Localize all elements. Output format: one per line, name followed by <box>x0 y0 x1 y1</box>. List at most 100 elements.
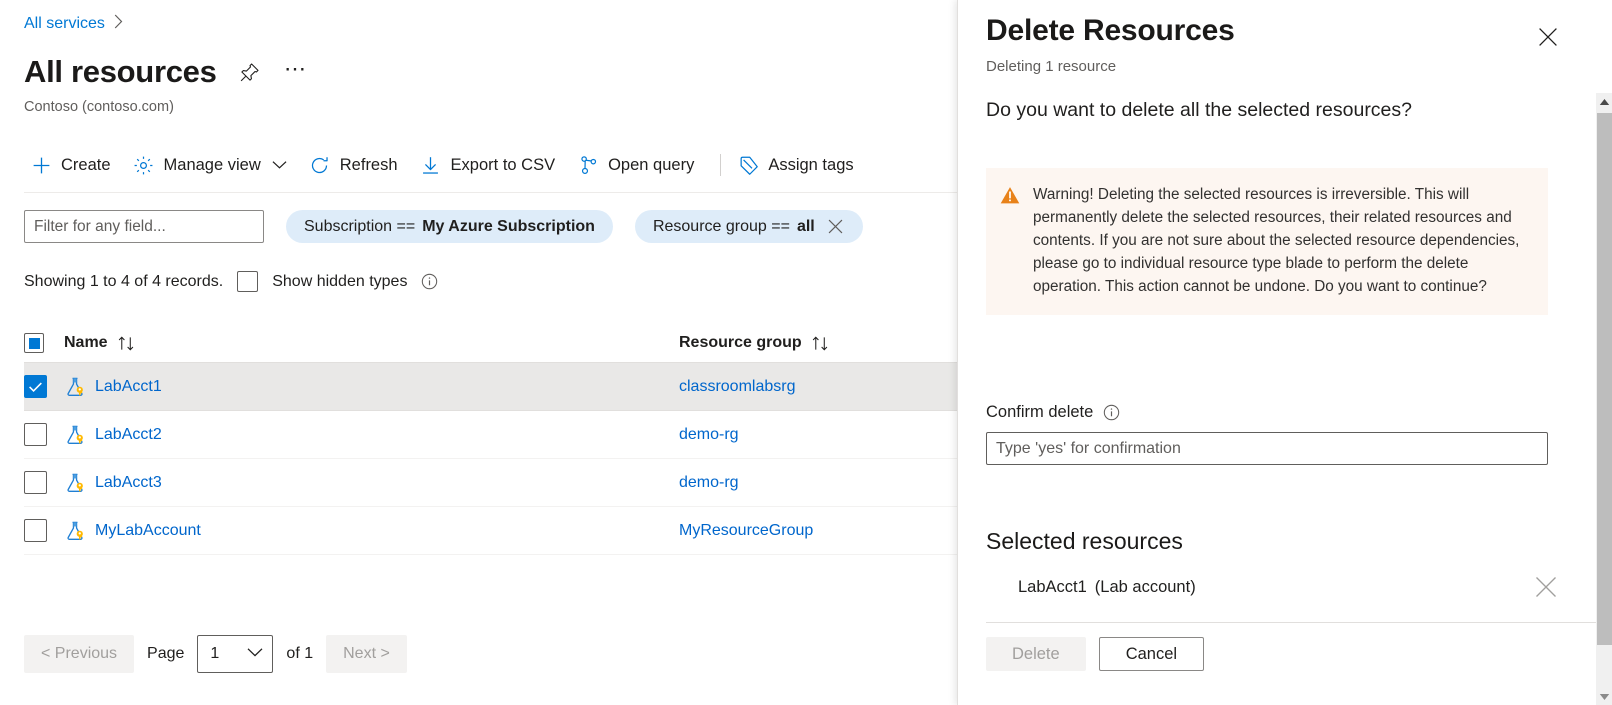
filter-chip-subscription[interactable]: Subscription == My Azure Subscription <box>286 210 613 243</box>
resource-name-link[interactable]: MyLabAccount <box>95 522 201 540</box>
confirm-delete-input[interactable] <box>986 432 1548 465</box>
previous-page-button[interactable]: < Previous <box>24 635 134 673</box>
query-graph-icon <box>577 154 599 176</box>
column-header-name-label: Name <box>64 334 108 352</box>
all-resources-blade: All services All resources ⋯ Contoso (co… <box>0 0 957 705</box>
manage-view-label: Manage view <box>164 156 261 175</box>
filter-chip-subscription-value: My Azure Subscription <box>422 218 595 236</box>
show-hidden-types-label: Show hidden types <box>272 273 407 291</box>
remove-selected-resource-icon[interactable] <box>1531 572 1561 602</box>
page-title-row: All resources ⋯ <box>24 55 309 89</box>
open-query-button[interactable]: Open query <box>571 149 705 181</box>
table-row[interactable]: MyLabAccount MyResourceGroup <box>24 507 957 555</box>
filter-chip-resource-group[interactable]: Resource group == all <box>635 210 863 243</box>
resource-group-link[interactable]: demo-rg <box>679 426 739 444</box>
info-icon[interactable] <box>1103 404 1120 421</box>
delete-button[interactable]: Delete <box>986 637 1086 671</box>
assign-tags-label: Assign tags <box>768 156 853 175</box>
gear-icon <box>133 154 155 176</box>
refresh-label: Refresh <box>340 156 398 175</box>
row-resource-group-cell: classroomlabsrg <box>679 378 957 396</box>
select-all-checkbox[interactable] <box>24 333 44 353</box>
plus-icon <box>30 154 52 176</box>
panel-footer: Delete Cancel <box>986 637 1204 671</box>
scrollbar-thumb[interactable] <box>1597 113 1612 645</box>
records-row: Showing 1 to 4 of 4 records. Show hidden… <box>24 271 438 292</box>
filter-row: Subscription == My Azure Subscription Re… <box>24 210 863 243</box>
export-to-csv-button[interactable]: Export to CSV <box>414 149 567 181</box>
total-pages-label: of 1 <box>286 645 313 663</box>
breadcrumb-all-services[interactable]: All services <box>24 15 105 33</box>
resource-group-link[interactable]: MyResourceGroup <box>679 522 813 540</box>
sort-icon[interactable] <box>117 335 136 352</box>
create-button[interactable]: Create <box>24 149 122 181</box>
column-header-resource-group-label: Resource group <box>679 334 802 352</box>
row-resource-group-cell: demo-rg <box>679 426 957 444</box>
filter-chip-subscription-label: Subscription == <box>304 218 415 236</box>
assign-tags-button[interactable]: Assign tags <box>731 149 864 181</box>
command-toolbar: Create Manage view Refresh <box>24 143 957 187</box>
table-row[interactable]: LabAcct3 demo-rg <box>24 459 957 507</box>
row-select-cell <box>24 423 64 446</box>
breadcrumb: All services <box>24 14 123 33</box>
info-icon[interactable] <box>421 273 438 290</box>
sort-icon[interactable] <box>811 335 830 352</box>
lab-account-icon <box>64 520 86 542</box>
table-row[interactable]: LabAcct1 classroomlabsrg <box>24 363 957 411</box>
row-name-cell: LabAcct1 <box>64 376 679 398</box>
remove-filter-icon[interactable] <box>826 217 845 236</box>
toolbar-divider <box>720 154 721 176</box>
column-header-name[interactable]: Name <box>64 334 679 352</box>
filter-chip-resource-group-value: all <box>797 218 815 236</box>
ellipsis-icon[interactable]: ⋯ <box>283 55 309 89</box>
row-checkbox[interactable] <box>24 423 47 446</box>
row-checkbox[interactable] <box>24 375 47 398</box>
table-row[interactable]: LabAcct2 demo-rg <box>24 411 957 459</box>
export-to-csv-label: Export to CSV <box>451 156 556 175</box>
close-icon[interactable] <box>1532 21 1564 53</box>
refresh-button[interactable]: Refresh <box>303 149 409 181</box>
next-page-button[interactable]: Next > <box>326 635 407 673</box>
select-all-cell <box>24 333 64 353</box>
row-checkbox[interactable] <box>24 471 47 494</box>
download-icon <box>420 154 442 176</box>
lab-account-icon <box>64 424 86 446</box>
resource-name-link[interactable]: LabAcct3 <box>95 474 162 492</box>
row-resource-group-cell: demo-rg <box>679 474 957 492</box>
selected-resource-item: LabAcct1 (Lab account) <box>986 570 1548 604</box>
panel-subtitle: Deleting 1 resource <box>986 58 1116 75</box>
manage-view-button[interactable]: Manage view <box>127 149 298 181</box>
resource-group-link[interactable]: demo-rg <box>679 474 739 492</box>
open-query-label: Open query <box>608 156 694 175</box>
confirm-delete-label-row: Confirm delete <box>986 403 1120 422</box>
page-number-select[interactable]: 1 <box>197 635 273 673</box>
page-label: Page <box>147 645 184 663</box>
search-input[interactable] <box>24 210 264 243</box>
row-select-cell <box>24 375 64 398</box>
scroll-up-icon[interactable] <box>1596 93 1612 110</box>
resources-table: Name Resource group <box>24 324 957 555</box>
row-checkbox[interactable] <box>24 519 47 542</box>
tag-icon <box>737 154 759 176</box>
pagination: < Previous Page 1 of 1 Next > <box>24 635 407 673</box>
selected-resource-type: (Lab account) <box>1095 578 1196 597</box>
cancel-button[interactable]: Cancel <box>1099 637 1204 671</box>
column-header-resource-group[interactable]: Resource group <box>679 334 957 352</box>
resource-name-link[interactable]: LabAcct1 <box>95 378 162 396</box>
resource-name-link[interactable]: LabAcct2 <box>95 426 162 444</box>
show-hidden-types-checkbox[interactable] <box>237 271 258 292</box>
panel-scrollbar[interactable] <box>1596 93 1612 705</box>
row-name-cell: LabAcct3 <box>64 472 679 494</box>
row-select-cell <box>24 519 64 542</box>
warning-triangle-icon <box>1000 186 1020 206</box>
toolbar-divider-rule <box>24 192 957 193</box>
scroll-down-icon[interactable] <box>1596 688 1612 705</box>
panel-question: Do you want to delete all the selected r… <box>986 99 1412 122</box>
pin-icon[interactable] <box>237 59 263 85</box>
footer-divider <box>986 622 1612 623</box>
page-title: All resources <box>24 55 217 89</box>
row-select-cell <box>24 471 64 494</box>
row-name-cell: MyLabAccount <box>64 520 679 542</box>
resource-group-link[interactable]: classroomlabsrg <box>679 378 795 396</box>
lab-account-icon <box>64 376 86 398</box>
